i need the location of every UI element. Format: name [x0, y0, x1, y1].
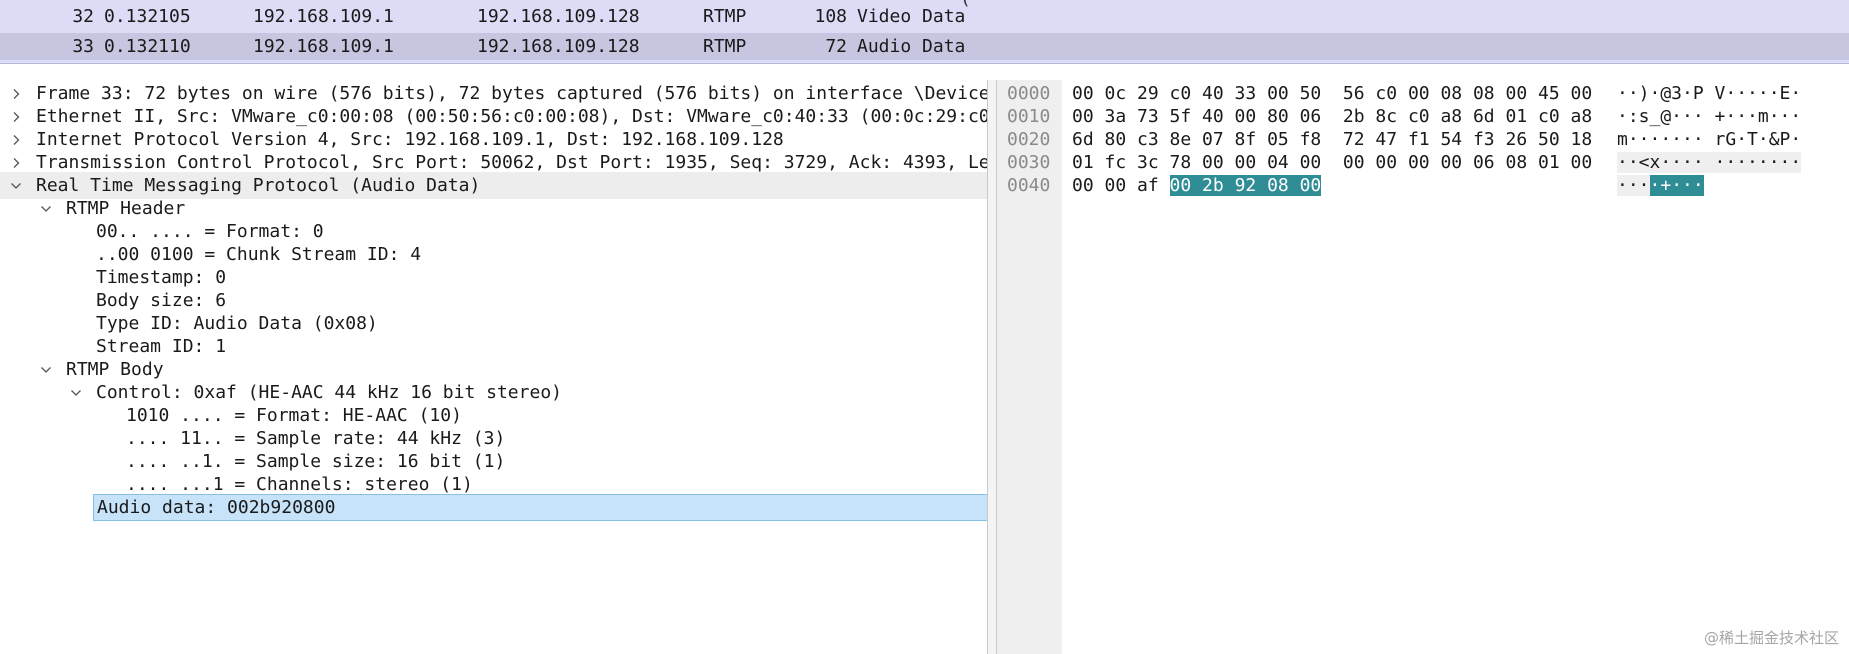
ascii-bytes[interactable]: ····+··· [1617, 172, 1704, 199]
packet-protocol: RTMP [703, 6, 747, 27]
detail-field-selected[interactable]: Audio data: 002b920800 [0, 494, 987, 521]
hex-bytes[interactable]: 00 00 af 00 2b 92 08 00 [1072, 172, 1322, 199]
packet-source: 192.168.109.1 [253, 6, 394, 27]
packet-info: Video Data [857, 6, 966, 27]
packet-time: 0.132105 [104, 6, 191, 27]
packet-row-32[interactable]: 32 0.132105 192.168.109.1 192.168.109.12… [0, 3, 1849, 30]
ascii-bytes-highlight: ·+··· [1649, 175, 1704, 196]
detail-tree-label: Audio data: 002b920800 [93, 494, 987, 521]
packet-row-33[interactable]: 33 0.132110 192.168.109.1 192.168.109.12… [0, 33, 1849, 60]
packet-length: 72 [825, 36, 847, 57]
ascii-bytes-text: ·:s_@··· +···m··· [1617, 106, 1802, 127]
pane-splitter[interactable] [987, 80, 997, 654]
ascii-bytes-text: m······· rG·T·&P· [1617, 129, 1802, 150]
packet-destination: 192.168.109.128 [477, 36, 640, 57]
pane-divider[interactable] [0, 64, 1849, 80]
packet-time: 0.132110 [104, 36, 191, 57]
byte-offset: 0040 [1007, 175, 1051, 196]
packet-info: Audio Data [857, 36, 966, 57]
packet-list[interactable]: ( 32 0.132105 192.168.109.1 192.168.109.… [0, 0, 1849, 64]
hex-bytes-text: 00 00 af [1072, 175, 1170, 196]
packet-number: 33 [72, 36, 94, 57]
packet-bytes-pane[interactable]: 0000 00 0c 29 c0 40 33 00 50 56 c0 00 08 … [997, 80, 1849, 654]
ascii-bytes-text: ··<x···· ········ [1617, 152, 1802, 173]
hex-bytes-highlight: 00 2b 92 08 00 [1169, 175, 1322, 196]
hex-bytes-text: 00 0c 29 c0 40 33 00 50 56 c0 00 08 08 0… [1072, 83, 1593, 104]
packet-length: 108 [814, 6, 847, 27]
hex-bytes-text: 6d 80 c3 8e 07 8f 05 f8 72 47 f1 54 f3 2… [1072, 129, 1593, 150]
ascii-bytes-text: ··· [1617, 175, 1650, 196]
packet-source: 192.168.109.1 [253, 36, 394, 57]
packet-destination: 192.168.109.128 [477, 6, 640, 27]
hex-bytes-text: 00 3a 73 5f 40 00 80 06 2b 8c c0 a8 6d 0… [1072, 106, 1593, 127]
packet-number: 32 [72, 6, 94, 27]
packet-details-pane[interactable]: Frame 33: 72 bytes on wire (576 bits), 7… [0, 80, 987, 654]
packet-protocol: RTMP [703, 36, 747, 57]
hex-bytes-text: 01 fc 3c 78 00 00 04 00 00 00 00 00 06 0… [1072, 152, 1593, 173]
ascii-bytes-text: ··)·@3·P V·····E· [1617, 83, 1802, 104]
watermark: @稀土掘金技术社区 [1703, 629, 1839, 647]
